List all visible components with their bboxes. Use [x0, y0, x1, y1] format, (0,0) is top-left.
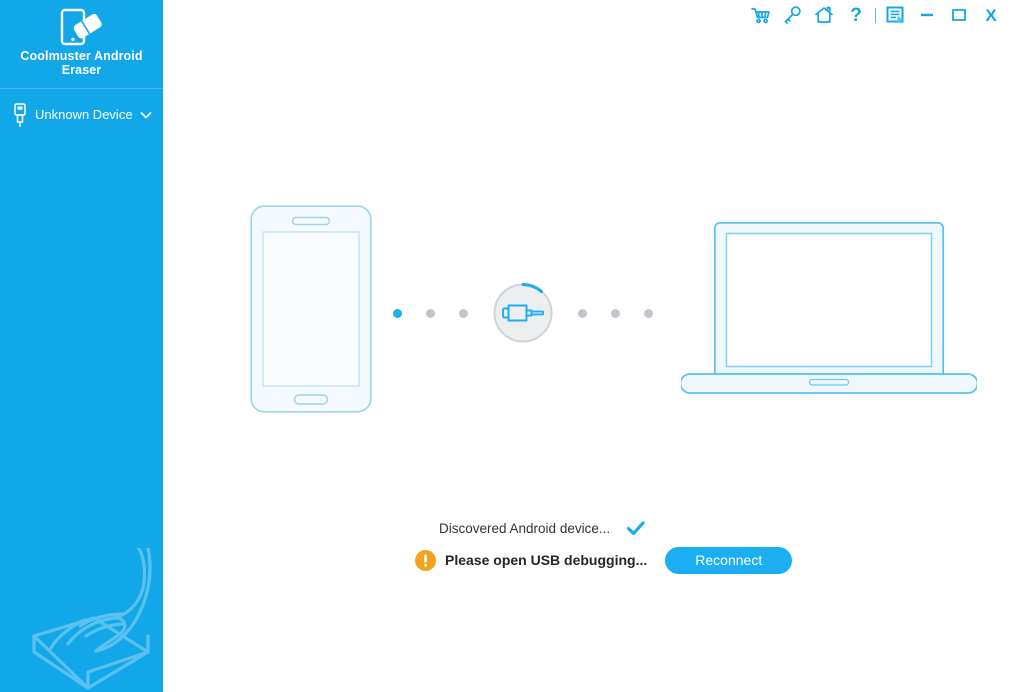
- progress-dot: [578, 308, 587, 318]
- laptop-illustration: [679, 222, 979, 403]
- discovered-status-text: Discovered Android device...: [439, 520, 611, 536]
- device-selector[interactable]: Unknown Device: [0, 88, 163, 140]
- connection-stage: [163, 0, 1015, 692]
- progress-dot: [459, 308, 468, 318]
- hand-holding-eraser-icon: [0, 542, 163, 692]
- app-window: Coolmuster Android Eraser Unknown Device: [0, 0, 1015, 692]
- reconnect-button[interactable]: Reconnect: [665, 546, 793, 574]
- discovered-status-row: Discovered Android device...: [163, 516, 1015, 540]
- progress-dot: [426, 308, 435, 318]
- usb-icon: [12, 102, 28, 128]
- connection-indicator-row: [393, 275, 693, 351]
- progress-dot: [611, 308, 620, 318]
- chevron-down-icon: [139, 108, 153, 122]
- device-name-label: Unknown Device: [35, 107, 133, 122]
- android-phone-illustration: [250, 205, 372, 418]
- progress-dot: [644, 308, 653, 318]
- connecting-spinner: [492, 282, 554, 344]
- brand-block: Coolmuster Android Eraser: [0, 0, 163, 80]
- usb-debugging-status-text: Please open USB debugging...: [445, 552, 648, 568]
- sidebar: Coolmuster Android Eraser Unknown Device: [0, 0, 163, 692]
- progress-dot: [393, 308, 402, 318]
- phone-eraser-logo-icon: [59, 7, 105, 47]
- status-block: Discovered Android device... Please open…: [163, 516, 1015, 577]
- check-icon: [626, 520, 646, 536]
- usb-debugging-status-row: Please open USB debugging... Reconnect: [163, 543, 1015, 577]
- warning-icon: [415, 549, 436, 571]
- brand-title: Coolmuster Android Eraser: [20, 49, 143, 77]
